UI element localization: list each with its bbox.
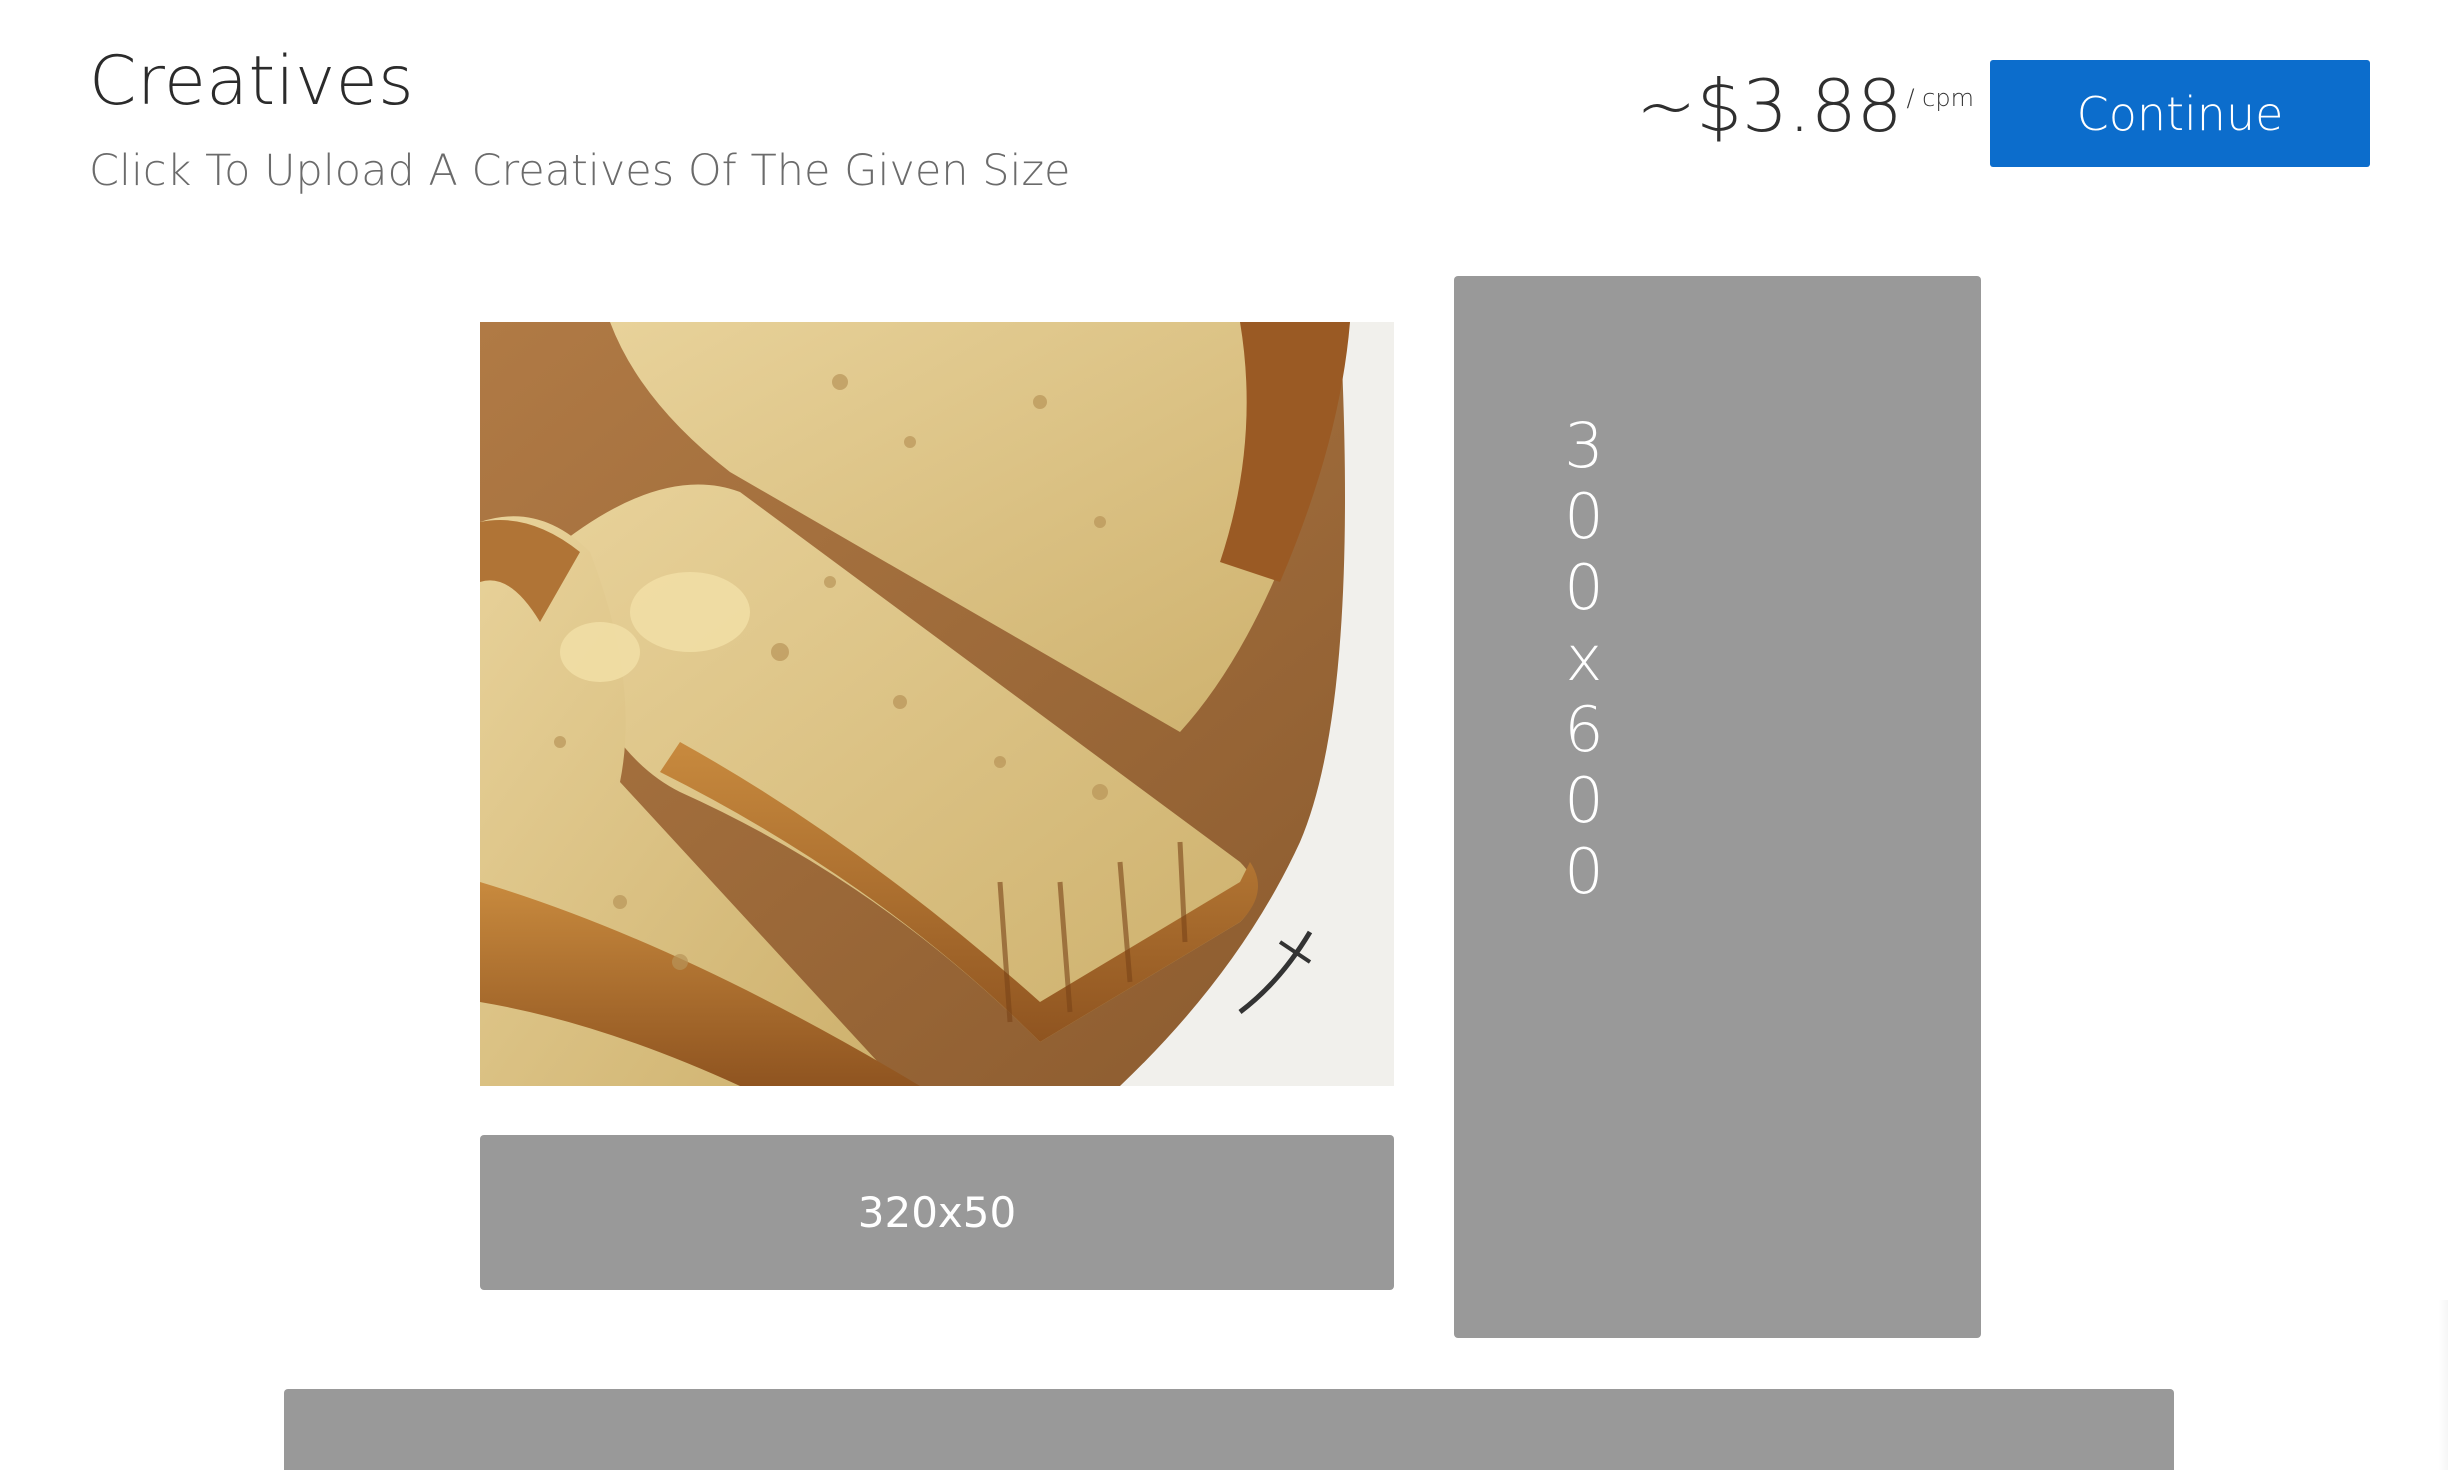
uploaded-creative-image[interactable] [480, 322, 1394, 1086]
price-unit: / cpm [1906, 84, 1974, 112]
slot-size-char: 3 [1564, 409, 1604, 482]
slot-size-char: 6 [1564, 693, 1604, 766]
slot-size-char: 0 [1564, 551, 1604, 624]
scroll-shadow [2438, 1300, 2448, 1470]
upload-slot-320x50[interactable]: 320x50 [480, 1135, 1394, 1290]
page-subtitle: Click To Upload A Creatives Of The Given… [89, 146, 1071, 196]
slot-size-label-vertical: 3 0 0 x 6 0 0 [1554, 410, 1614, 907]
slot-size-char: 0 [1564, 764, 1604, 837]
continue-button[interactable]: Continue [1990, 60, 2370, 167]
banana-bread-photo-icon [480, 322, 1394, 1086]
upload-slot-300x600[interactable]: 3 0 0 x 6 0 0 [1454, 276, 1981, 1338]
price-amount: ~$3.88 [1636, 64, 1903, 148]
slot-size-label: 320x50 [857, 1188, 1017, 1237]
price-display: ~$3.88 / cpm [1636, 70, 1974, 150]
slot-size-char: 0 [1564, 835, 1604, 908]
creatives-page: Creatives Click To Upload A Creatives Of… [0, 0, 2448, 1470]
slot-size-char: 0 [1564, 480, 1604, 553]
page-title: Creatives [89, 42, 415, 121]
upload-slot-wide[interactable] [284, 1389, 2174, 1470]
slot-size-char: x [1565, 622, 1603, 695]
